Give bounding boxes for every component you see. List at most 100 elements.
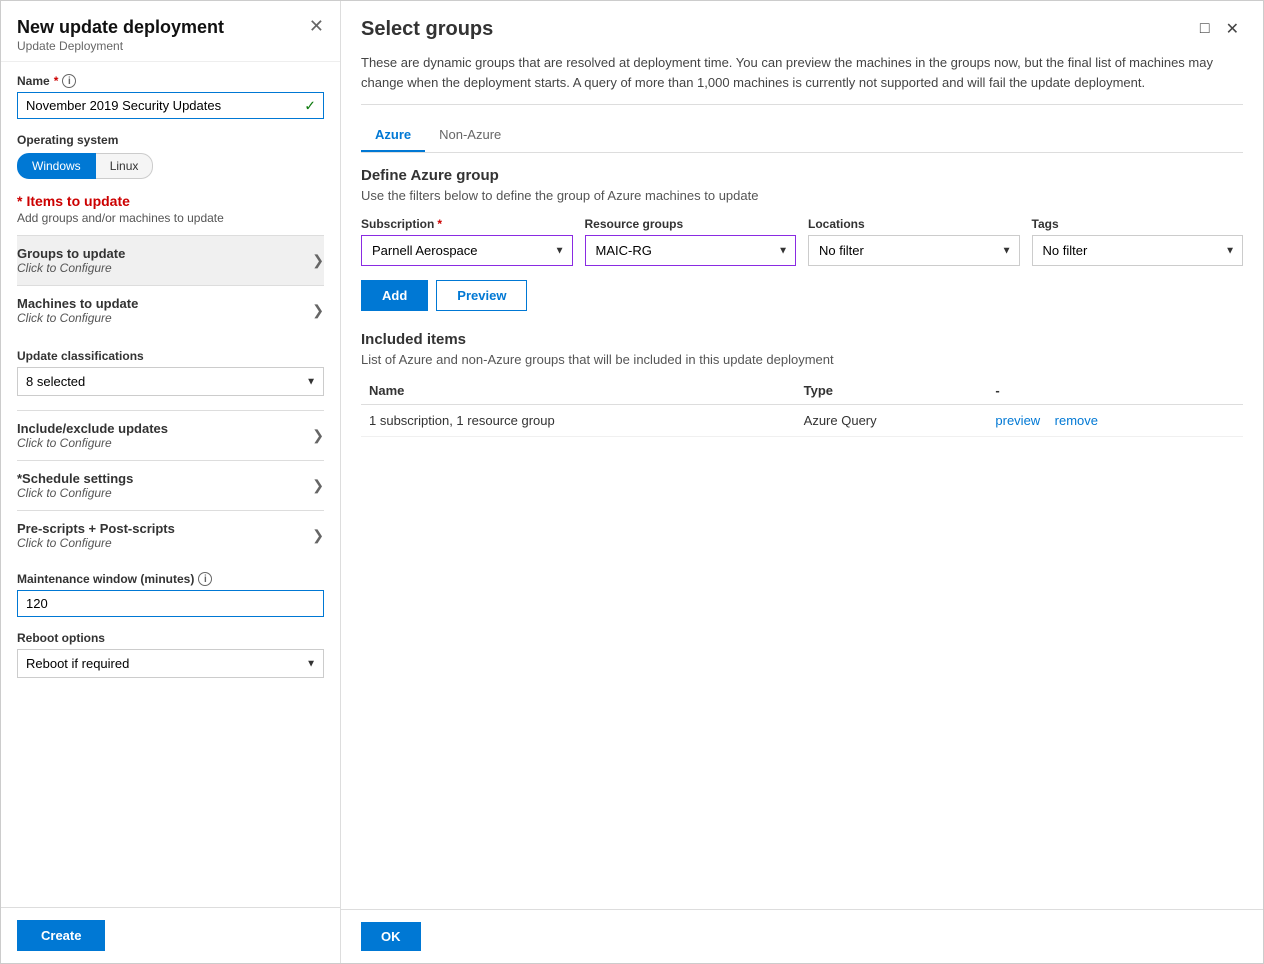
- os-field-group: Operating system Windows Linux: [17, 133, 324, 179]
- create-button[interactable]: Create: [17, 920, 105, 951]
- right-panel-title: Select groups: [361, 18, 493, 41]
- name-field-group: Name * i ✓: [17, 74, 324, 119]
- reboot-select-wrapper: Reboot if required Never reboot Always r…: [17, 649, 324, 678]
- items-title: * Items to update: [17, 193, 324, 209]
- add-button[interactable]: Add: [361, 280, 428, 311]
- maintenance-group: Maintenance window (minutes) i: [17, 572, 324, 617]
- included-items-table: Name Type - 1 subscription, 1 resource g…: [361, 377, 1243, 437]
- resource-groups-group: Resource groups MAIC-RG ▼: [585, 217, 797, 266]
- check-mark-icon: ✓: [304, 97, 316, 114]
- groups-chevron-icon: ❯: [312, 252, 324, 269]
- name-input[interactable]: [17, 92, 324, 119]
- name-info-icon[interactable]: i: [62, 74, 76, 88]
- preview-link[interactable]: preview: [995, 413, 1040, 428]
- name-label: Name * i: [17, 74, 324, 88]
- resource-groups-select[interactable]: MAIC-RG: [585, 235, 797, 266]
- define-section: Define Azure group Use the filters below…: [361, 167, 1243, 311]
- maintenance-input[interactable]: [17, 590, 324, 617]
- tags-select[interactable]: No filter: [1032, 235, 1244, 266]
- ok-button[interactable]: OK: [361, 922, 421, 951]
- prescripts-title: Pre-scripts + Post-scripts: [17, 521, 175, 536]
- filters-row: Subscription * Parnell Aerospace ▼ Resou…: [361, 217, 1243, 266]
- subscription-select[interactable]: Parnell Aerospace: [361, 235, 573, 266]
- reboot-label: Reboot options: [17, 631, 324, 645]
- include-exclude-title: Include/exclude updates: [17, 421, 168, 436]
- reboot-select[interactable]: Reboot if required Never reboot Always r…: [17, 649, 324, 678]
- define-subtitle: Use the filters below to define the grou…: [361, 188, 1243, 203]
- tags-label: Tags: [1032, 217, 1244, 231]
- tab-nonazure[interactable]: Non-Azure: [425, 119, 515, 152]
- prescripts-subtitle: Click to Configure: [17, 536, 175, 550]
- right-footer: OK: [341, 909, 1263, 963]
- subscription-label: Subscription *: [361, 217, 573, 231]
- row-actions-cell: preview remove: [987, 405, 1243, 437]
- left-panel: New update deployment Update Deployment …: [1, 1, 341, 963]
- name-input-wrapper: ✓: [17, 92, 324, 119]
- locations-group: Locations No filter ▼: [808, 217, 1020, 266]
- preview-button[interactable]: Preview: [436, 280, 527, 311]
- panel-title: New update deployment: [17, 17, 224, 38]
- tags-group: Tags No filter ▼: [1032, 217, 1244, 266]
- schedule-title: *Schedule settings: [17, 471, 133, 486]
- machines-subtitle: Click to Configure: [17, 311, 138, 325]
- panel-subtitle: Update Deployment: [17, 39, 123, 53]
- close-button[interactable]: ✕: [309, 17, 324, 35]
- groups-subtitle: Click to Configure: [17, 261, 125, 275]
- description-text: These are dynamic groups that are resolv…: [361, 53, 1243, 105]
- items-to-update-group: * Items to update Add groups and/or mach…: [17, 193, 324, 335]
- resource-groups-label: Resource groups: [585, 217, 797, 231]
- col-type-header: Type: [796, 377, 988, 405]
- reboot-group: Reboot options Reboot if required Never …: [17, 631, 324, 678]
- classifications-select-wrapper: 8 selected ▼: [17, 367, 324, 396]
- left-footer: Create: [1, 907, 340, 963]
- left-content: Name * i ✓ Operating system Windows Linu…: [1, 62, 340, 907]
- subscription-group: Subscription * Parnell Aerospace ▼: [361, 217, 573, 266]
- os-linux-button[interactable]: Linux: [96, 153, 154, 179]
- right-panel: Select groups □ ✕ These are dynamic grou…: [341, 1, 1263, 963]
- col-name-header: Name: [361, 377, 796, 405]
- table-row: 1 subscription, 1 resource group Azure Q…: [361, 405, 1243, 437]
- maintenance-info-icon[interactable]: i: [198, 572, 212, 586]
- classifications-label: Update classifications: [17, 349, 324, 363]
- schedule-chevron-icon: ❯: [312, 477, 324, 494]
- classifications-group: Update classifications 8 selected ▼: [17, 349, 324, 396]
- subscription-dropdown-wrapper: Parnell Aerospace ▼: [361, 235, 573, 266]
- os-windows-button[interactable]: Windows: [17, 153, 96, 179]
- prescripts-item[interactable]: Pre-scripts + Post-scripts Click to Conf…: [17, 510, 324, 560]
- items-subtitle: Add groups and/or machines to update: [17, 211, 324, 225]
- groups-to-update-item[interactable]: Groups to update Click to Configure ❯: [17, 235, 324, 285]
- include-exclude-subtitle: Click to Configure: [17, 436, 168, 450]
- right-close-button[interactable]: ✕: [1222, 17, 1243, 41]
- right-header: Select groups □ ✕: [341, 1, 1263, 41]
- row-name-cell: 1 subscription, 1 resource group: [361, 405, 796, 437]
- tabs: Azure Non-Azure: [361, 119, 1243, 153]
- os-label: Operating system: [17, 133, 324, 147]
- included-items-section: Included items List of Azure and non-Azu…: [361, 331, 1243, 437]
- machines-to-update-item[interactable]: Machines to update Click to Configure ❯: [17, 285, 324, 335]
- maximize-button[interactable]: □: [1196, 17, 1214, 41]
- groups-title: Groups to update: [17, 246, 125, 261]
- right-header-actions: □ ✕: [1196, 17, 1243, 41]
- included-subtitle: List of Azure and non-Azure groups that …: [361, 352, 1243, 367]
- machines-title: Machines to update: [17, 296, 138, 311]
- locations-label: Locations: [808, 217, 1020, 231]
- right-content: These are dynamic groups that are resolv…: [341, 41, 1263, 909]
- tags-dropdown-wrapper: No filter ▼: [1032, 235, 1244, 266]
- include-exclude-item[interactable]: Include/exclude updates Click to Configu…: [17, 410, 324, 460]
- left-header: New update deployment Update Deployment …: [1, 1, 340, 62]
- resource-groups-dropdown-wrapper: MAIC-RG ▼: [585, 235, 797, 266]
- maintenance-label: Maintenance window (minutes) i: [17, 572, 324, 586]
- maintenance-input-wrapper: [17, 590, 324, 617]
- action-buttons: Add Preview: [361, 280, 1243, 311]
- schedule-settings-item[interactable]: *Schedule settings Click to Configure ❯: [17, 460, 324, 510]
- classifications-select[interactable]: 8 selected: [17, 367, 324, 396]
- row-type-cell: Azure Query: [796, 405, 988, 437]
- machines-chevron-icon: ❯: [312, 302, 324, 319]
- locations-select[interactable]: No filter: [808, 235, 1020, 266]
- prescripts-chevron-icon: ❯: [312, 527, 324, 544]
- os-toggle: Windows Linux: [17, 153, 324, 179]
- included-title: Included items: [361, 331, 1243, 348]
- tab-azure[interactable]: Azure: [361, 119, 425, 152]
- include-exclude-chevron-icon: ❯: [312, 427, 324, 444]
- remove-link[interactable]: remove: [1055, 413, 1098, 428]
